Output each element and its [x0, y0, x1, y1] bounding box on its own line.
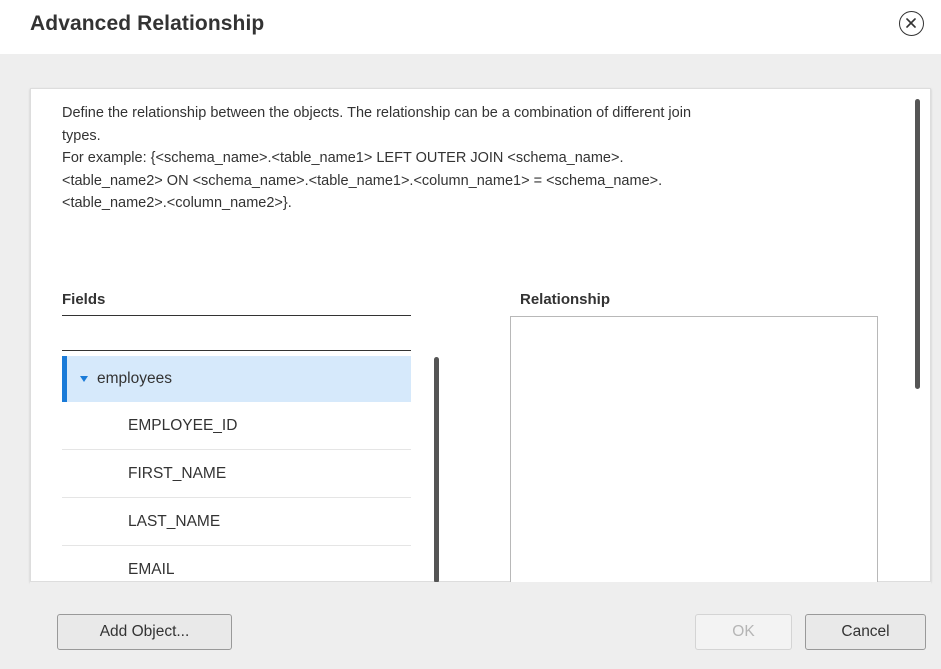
tree-field-label: FIRST_NAME [128, 464, 227, 482]
cancel-button[interactable]: Cancel [805, 614, 926, 650]
close-icon [906, 18, 916, 28]
tree-field-email[interactable]: EMAIL [62, 546, 411, 582]
fields-divider [62, 315, 411, 316]
tree-field-last-name[interactable]: LAST_NAME [62, 498, 411, 546]
add-object-button[interactable]: Add Object... [57, 614, 232, 650]
description-text: Define the relationship between the obje… [62, 102, 872, 215]
description-line: <table_name2>.<column_name2>}. [62, 195, 292, 211]
panel-scrollbar[interactable] [915, 99, 920, 389]
description-line: <table_name2> ON <schema_name>.<table_na… [62, 172, 663, 189]
fields-tree: employees EMPLOYEE_ID FIRST_NAME LAST_NA… [62, 356, 411, 582]
fields-search-input[interactable] [62, 327, 411, 351]
close-button[interactable] [899, 11, 924, 36]
tree-field-first-name[interactable]: FIRST_NAME [62, 450, 411, 498]
tree-field-employee-id[interactable]: EMPLOYEE_ID [62, 402, 411, 450]
ok-button[interactable]: OK [695, 614, 792, 650]
tree-node-employees[interactable]: employees [62, 356, 411, 402]
tree-field-label: EMPLOYEE_ID [128, 416, 238, 434]
fields-scrollbar[interactable] [434, 357, 439, 583]
tree-field-label: LAST_NAME [128, 512, 221, 530]
relationship-textarea[interactable] [510, 316, 878, 596]
fields-label: Fields [62, 291, 106, 308]
advanced-relationship-dialog: Advanced Relationship Define the relatio… [0, 0, 941, 669]
caret-down-icon[interactable] [80, 376, 88, 382]
dialog-header: Advanced Relationship [0, 0, 941, 54]
dialog-title: Advanced Relationship [30, 12, 265, 35]
tree-field-label: EMAIL [128, 560, 175, 578]
description-line: types. [62, 127, 101, 144]
relationship-label: Relationship [520, 291, 611, 308]
tree-node-label: employees [97, 370, 172, 387]
description-line: Define the relationship between the obje… [62, 105, 692, 121]
description-line: For example: {<schema_name>.<table_name1… [62, 150, 624, 166]
